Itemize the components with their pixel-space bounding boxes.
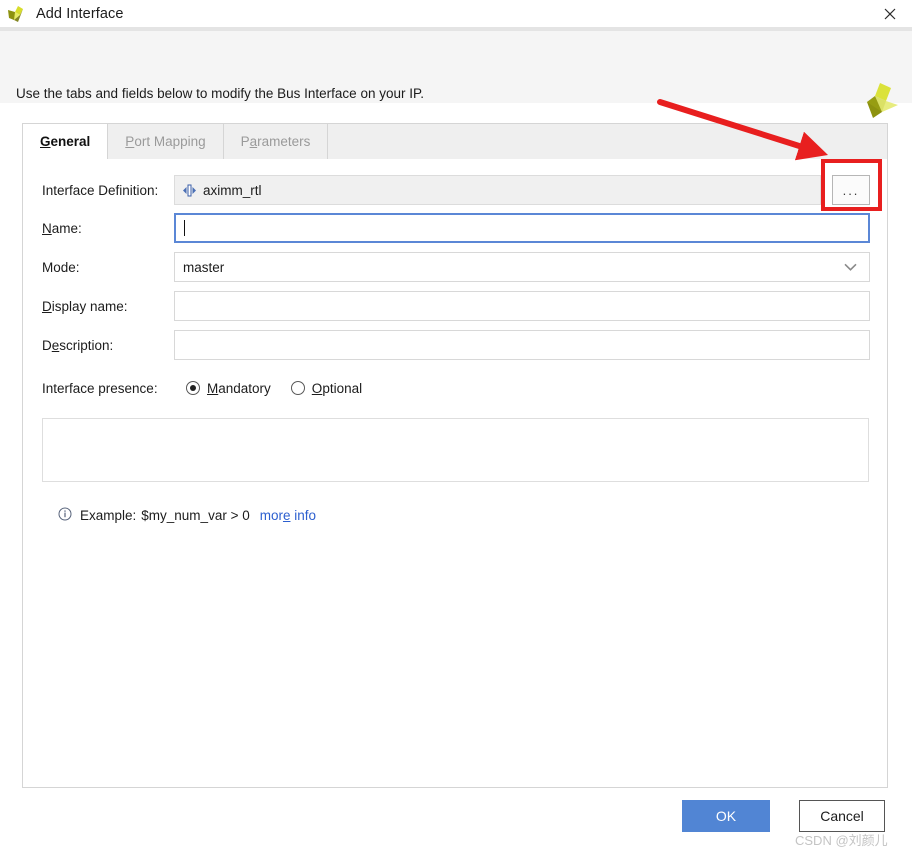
cancel-button[interactable]: Cancel	[799, 800, 885, 832]
title-bar: Add Interface	[0, 0, 912, 27]
text-caret	[184, 220, 185, 236]
name-label: Name:	[42, 220, 82, 236]
bus-interface-icon	[182, 183, 197, 198]
tab-parameters[interactable]: Pa rameters	[224, 124, 329, 159]
window-title: Add Interface	[36, 5, 124, 22]
name-input[interactable]	[174, 213, 870, 243]
ok-button[interactable]: OK	[682, 800, 770, 832]
radio-mandatory[interactable]: Mandatory	[186, 381, 271, 396]
close-icon[interactable]	[868, 0, 912, 27]
interface-presence-radio-group: Mandatory Optional	[186, 381, 382, 396]
tab-parameters-mnemonic: a	[249, 134, 258, 149]
mode-select[interactable]: master	[174, 252, 870, 282]
more-info-link[interactable]: more info	[260, 508, 316, 523]
mode-label: Mode:	[42, 259, 80, 275]
description-row: Description:	[42, 330, 174, 360]
header-description: Use the tabs and fields below to modify …	[16, 86, 424, 101]
interface-definition-browse-button[interactable]: ...	[832, 175, 870, 205]
radio-mandatory-label: Mandatory	[207, 380, 271, 396]
name-row: Name:	[42, 213, 174, 243]
csdn-watermark: CSDN @刘颜儿	[795, 833, 888, 848]
tab-port-mapping[interactable]: Port Mapping	[108, 124, 224, 159]
mode-selected-value: master	[183, 259, 225, 275]
display-name-row: Display name:	[42, 291, 174, 321]
vivado-brand-logo-icon	[855, 79, 901, 123]
display-name-input[interactable]	[174, 291, 870, 321]
tab-port-mapping-label: ort Mapping	[134, 134, 206, 149]
tab-general[interactable]: General	[23, 124, 109, 160]
interface-definition-text: aximm_rtl	[203, 182, 262, 198]
example-hint: Example: $my_num_var > 0 more info	[58, 507, 316, 524]
tab-parameters-label: rameters	[257, 134, 311, 149]
tab-port-mapping-mnemonic: P	[125, 134, 135, 149]
interface-definition-row: Interface Definition:	[42, 175, 174, 205]
example-expression: $my_num_var > 0	[141, 508, 250, 523]
description-input[interactable]	[174, 330, 870, 360]
radio-optional[interactable]: Optional	[290, 380, 363, 396]
enablement-textarea[interactable]	[42, 418, 869, 482]
tab-general-mnemonic: G	[40, 134, 51, 149]
chevron-down-icon	[844, 260, 857, 275]
interface-definition-value: aximm_rtl	[174, 175, 821, 205]
tab-general-label: eneral	[50, 134, 91, 149]
description-label: Description:	[42, 337, 114, 353]
display-name-label: Display name:	[42, 298, 128, 314]
tab-parameters-prefix: P	[240, 134, 250, 149]
tab-strip-filler	[328, 124, 887, 159]
radio-mandatory-mark	[186, 381, 200, 395]
interface-definition-label: Interface Definition:	[42, 182, 159, 198]
interface-presence-row: Interface presence: Mandatory Optional	[42, 373, 382, 403]
tab-strip: General Port Mapping Pa rameters	[22, 123, 888, 160]
header-band: Use the tabs and fields below to modify …	[0, 31, 912, 118]
radio-optional-mark	[290, 381, 305, 395]
example-label: Example:	[80, 508, 137, 523]
info-icon	[58, 507, 72, 524]
radio-optional-label: Optional	[311, 380, 363, 396]
mode-row: Mode:	[42, 252, 174, 282]
interface-presence-label: Interface presence:	[42, 380, 158, 396]
vivado-logo-icon	[7, 4, 29, 24]
